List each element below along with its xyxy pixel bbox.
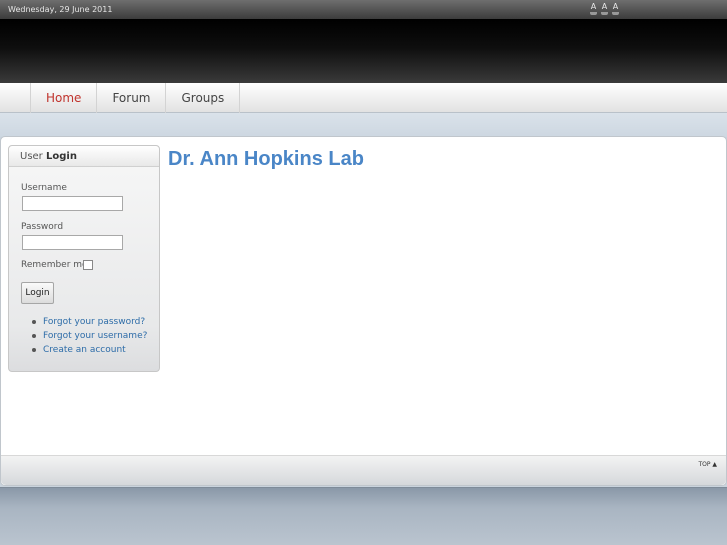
login-button[interactable]: Login (21, 282, 54, 304)
panel-footer: TOP ▲ (1, 455, 726, 485)
nav-item-groups[interactable]: Groups (166, 83, 241, 113)
main-nav: Home Forum Groups (30, 83, 241, 113)
site-footer (0, 487, 727, 545)
font-size-decrease-button[interactable]: A (590, 3, 597, 15)
nav-shadow-band (0, 113, 727, 137)
remember-me-label: Remember me (21, 260, 88, 270)
main-nav-bar: Home Forum Groups (0, 83, 727, 113)
username-input[interactable] (22, 196, 123, 211)
font-size-reset-button[interactable]: A (601, 3, 608, 15)
username-label: Username (21, 183, 67, 193)
font-size-controls: A A A (590, 3, 619, 16)
site-header (0, 19, 727, 83)
forgot-username-link[interactable]: Forgot your username? (29, 329, 147, 343)
login-module-title: User Login (9, 146, 159, 167)
login-module: User Login Username Password Remember me… (8, 145, 160, 372)
password-input[interactable] (22, 235, 123, 250)
forgot-password-link[interactable]: Forgot your password? (29, 315, 147, 329)
login-links: Forgot your password? Forgot your userna… (29, 315, 147, 357)
password-label: Password (21, 222, 64, 232)
nav-item-forum[interactable]: Forum (97, 83, 167, 113)
create-account-link[interactable]: Create an account (29, 343, 147, 357)
remember-me-checkbox[interactable] (83, 260, 93, 270)
back-to-top-link[interactable]: TOP ▲ (698, 461, 717, 468)
nav-item-home[interactable]: Home (31, 83, 98, 113)
date-bar: Wednesday, 29 June 2011 A A A (0, 0, 727, 19)
content-panel: User Login Username Password Remember me… (0, 136, 727, 486)
current-date: Wednesday, 29 June 2011 (8, 5, 113, 14)
page-title: Dr. Ann Hopkins Lab (168, 148, 364, 170)
font-size-increase-button[interactable]: A (612, 3, 619, 15)
